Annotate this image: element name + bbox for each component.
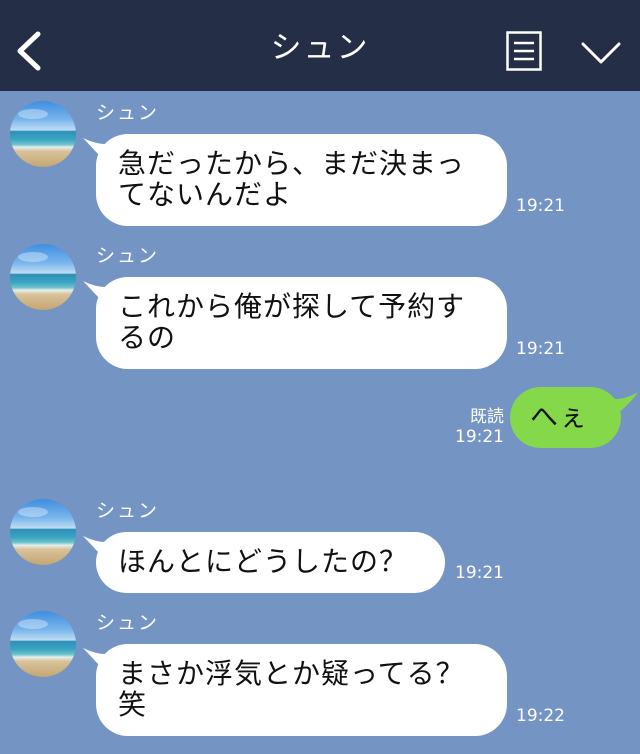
- sender-name: シュン: [96, 102, 160, 124]
- message-text-line: まさか浮気とか疑ってる？: [118, 657, 465, 690]
- sender-name: シュン: [96, 245, 160, 267]
- read-label: 既読: [470, 407, 504, 427]
- message-text-line: るの: [118, 321, 177, 354]
- avatar[interactable]: [10, 499, 76, 565]
- sender-name: シュン: [96, 500, 160, 522]
- message-bubble[interactable]: へぇ: [510, 387, 621, 448]
- message-bubble[interactable]: 急だったから、まだ決まっ てないんだよ: [96, 134, 507, 226]
- sender-name: シュン: [96, 612, 160, 634]
- list-icon: [506, 31, 542, 71]
- chat-title: シュン: [270, 30, 370, 66]
- menu-button[interactable]: [506, 31, 542, 71]
- message-text-line: これから俺が探して予約す: [118, 290, 466, 323]
- avatar[interactable]: [10, 611, 76, 677]
- message-text-line: ほんとにどうしたの？: [118, 545, 409, 578]
- message-text-line: てないんだよ: [118, 178, 293, 211]
- avatar[interactable]: [10, 101, 76, 167]
- avatar[interactable]: [10, 244, 76, 310]
- message-time: 19:22: [516, 706, 565, 726]
- message-bubble[interactable]: まさか浮気とか疑ってる？ 笑: [96, 644, 507, 736]
- expand-button[interactable]: [580, 40, 622, 66]
- message-time: 19:21: [455, 427, 504, 447]
- message-time: 19:21: [516, 196, 565, 216]
- message-time: 19:21: [516, 339, 565, 359]
- read-receipt: 既読 19:21: [448, 407, 504, 447]
- message-time: 19:21: [455, 563, 504, 583]
- chat-header: シュン: [0, 0, 640, 91]
- message-bubble[interactable]: ほんとにどうしたの？: [96, 532, 445, 593]
- message-text-line: 急だったから、まだ決まっ: [118, 147, 465, 180]
- message-bubble[interactable]: これから俺が探して予約す るの: [96, 277, 507, 369]
- message-text-line: 笑: [118, 688, 148, 721]
- message-text: へぇ: [530, 400, 589, 433]
- chevron-down-icon: [581, 42, 621, 64]
